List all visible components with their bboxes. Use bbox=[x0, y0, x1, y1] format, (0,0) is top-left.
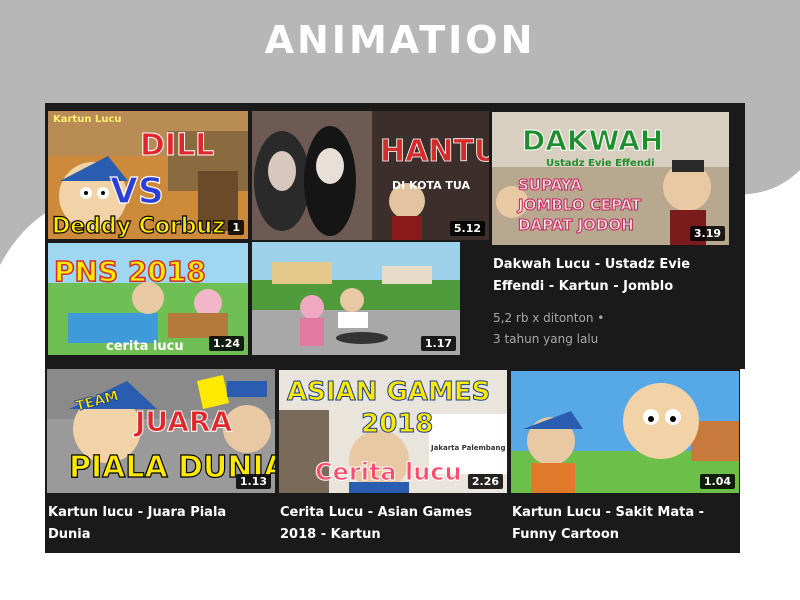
video-thumbnail-juara-piala-dunia[interactable]: TEAM JUARA PIALA DUNIA 1.13 bbox=[47, 369, 275, 493]
thumb-caption: ASIAN GAMES bbox=[287, 377, 490, 407]
video-title[interactable]: Kartun Lucu - Sakit Mata - Funny Cartoon bbox=[512, 502, 738, 546]
video-title-line: Funny Cartoon bbox=[512, 527, 620, 542]
thumb-caption: PNS 2018 bbox=[54, 255, 206, 288]
video-title-line: Dakwah Lucu - Ustadz Evie bbox=[493, 257, 691, 272]
thumb-caption: Ustadz Evie Effendi bbox=[546, 158, 655, 169]
video-thumbnail-asian-games[interactable]: ASIAN GAMES 2018 Jakarta Palembang 2018 … bbox=[279, 370, 507, 493]
page-title: ANIMATION bbox=[264, 18, 536, 62]
meta-separator-dot: • bbox=[597, 311, 605, 325]
video-meta-line: 5,2 rb x ditonton • bbox=[493, 308, 738, 329]
video-duration: 5.12 bbox=[449, 221, 485, 236]
video-thumbnail-sakit-mata[interactable]: 1.04 bbox=[511, 371, 739, 493]
thumb-caption: DAPAT JODOH bbox=[518, 216, 634, 234]
thumbnail-art: Kartun Lucu DILL VS Deddy Corbuz bbox=[48, 111, 248, 239]
video-age: 3 tahun yang lalu bbox=[493, 332, 599, 346]
thumb-caption: Deddy Corbuz bbox=[52, 214, 225, 239]
thumb-caption: JOMBLO CEPAT bbox=[517, 196, 642, 214]
thumb-caption: VS bbox=[110, 171, 164, 212]
video-duration: 1.04 bbox=[699, 474, 735, 489]
video-title[interactable]: Cerita Lucu - Asian Games 2018 - Kartun bbox=[280, 502, 506, 546]
video-views: 5,2 rb x ditonton bbox=[493, 311, 594, 325]
thumb-caption: DI KOTA TUA bbox=[392, 179, 471, 192]
video-duration: 3.19 bbox=[689, 226, 725, 241]
video-thumbnail-street-scene[interactable]: 1.17 bbox=[252, 242, 460, 355]
thumb-caption: 2018 bbox=[361, 409, 433, 439]
video-title-line: Kartun Lucu - Sakit Mata - bbox=[512, 505, 705, 520]
thumb-caption: HANTU bbox=[380, 134, 489, 169]
thumb-caption: Cerita lucu bbox=[315, 458, 462, 486]
video-title-line: Effendi - Kartun - Jomblo bbox=[493, 279, 674, 294]
thumb-caption: JUARA bbox=[133, 405, 233, 438]
video-duration: 1.13 bbox=[235, 474, 271, 489]
video-title-line: Dunia bbox=[48, 527, 91, 542]
video-title-line: 2018 - Kartun bbox=[280, 527, 381, 542]
thumb-caption: cerita lucu bbox=[106, 339, 184, 354]
video-duration: 1.17 bbox=[420, 336, 456, 351]
thumb-caption: DILL bbox=[140, 128, 214, 163]
video-title[interactable]: Dakwah Lucu - Ustadz Evie Effendi - Kart… bbox=[493, 254, 738, 298]
video-thumbnail-pns-2018[interactable]: PNS 2018 cerita lucu 1.24 bbox=[48, 243, 248, 355]
thumb-caption: Jakarta Palembang 2018 bbox=[430, 444, 507, 452]
video-duration: 1.24 bbox=[208, 336, 244, 351]
video-meta: 5,2 rb x ditonton • 3 tahun yang lalu bbox=[493, 308, 738, 350]
video-title-line: Cerita Lucu - Asian Games bbox=[280, 505, 473, 520]
video-duration: 1 bbox=[228, 220, 244, 235]
thumb-caption: SUPAYA bbox=[518, 176, 582, 194]
video-thumbnail-hantu[interactable]: HANTU DI KOTA TUA 5.12 bbox=[252, 111, 489, 240]
video-duration: 2.26 bbox=[467, 474, 503, 489]
video-title[interactable]: Kartun lucu - Juara Piala Dunia bbox=[48, 502, 274, 546]
thumb-caption: Kartun Lucu bbox=[53, 114, 121, 125]
video-thumbnail-dakwah[interactable]: DAKWAH Ustadz Evie Effendi SUPAYA JOMBLO… bbox=[492, 112, 729, 245]
video-title-line: Kartun lucu - Juara Piala bbox=[48, 505, 227, 520]
video-thumbnail-deddy-corbuzier[interactable]: Kartun Lucu DILL VS Deddy Corbuz 1 bbox=[48, 111, 248, 239]
thumb-caption: DAKWAH bbox=[522, 124, 663, 157]
